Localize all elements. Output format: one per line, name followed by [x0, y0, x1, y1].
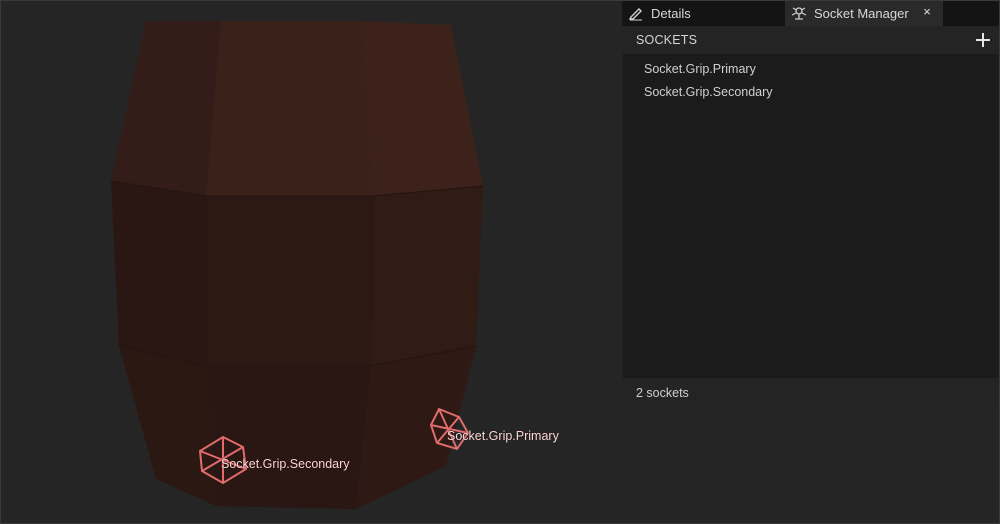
window-border	[0, 0, 1000, 524]
